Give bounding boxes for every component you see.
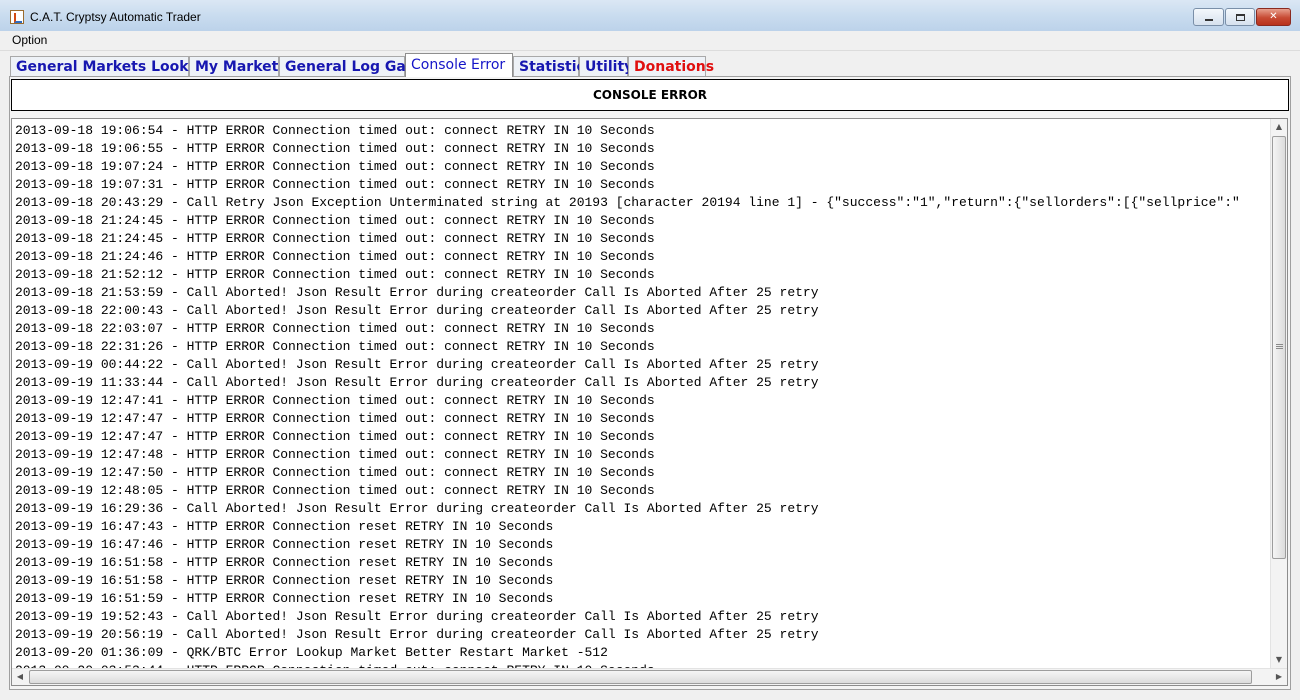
close-icon: ✕	[1269, 11, 1278, 22]
log-line: 2013-09-19 11:33:44 - Call Aborted! Json…	[15, 375, 819, 390]
log-line: 2013-09-18 19:07:31 - HTTP ERROR Connect…	[15, 177, 655, 192]
scroll-left-arrow-icon: ◀	[16, 672, 24, 681]
minimize-icon	[1204, 19, 1213, 21]
log-line: 2013-09-18 22:00:43 - Call Aborted! Json…	[15, 303, 819, 318]
log-line: 2013-09-18 19:06:54 - HTTP ERROR Connect…	[15, 123, 655, 138]
grip-line	[1276, 344, 1283, 345]
close-button[interactable]: ✕	[1256, 8, 1291, 26]
scroll-up-button[interactable]: ▲	[1271, 119, 1287, 135]
scroll-right-button[interactable]: ▶	[1271, 669, 1287, 685]
vertical-scrollbar[interactable]: ▲ ▼	[1270, 119, 1287, 668]
menu-option[interactable]: Option	[12, 33, 47, 47]
maximize-button[interactable]	[1225, 8, 1255, 26]
log-line: 2013-09-18 21:24:45 - HTTP ERROR Connect…	[15, 213, 655, 228]
log-line: 2013-09-19 16:51:58 - HTTP ERROR Connect…	[15, 573, 554, 588]
log-line: 2013-09-19 16:47:46 - HTTP ERROR Connect…	[15, 537, 554, 552]
log-line: 2013-09-19 16:51:59 - HTTP ERROR Connect…	[15, 591, 554, 606]
scroll-right-arrow-icon: ▶	[1275, 672, 1283, 681]
menu-bar: Option	[0, 31, 1300, 51]
tab-console-error[interactable]: Console Error	[405, 53, 513, 77]
window-title-bar[interactable]: C.A.T. Cryptsy Automatic Trader ✕	[0, 0, 1300, 32]
tab-strip: General Markets Lookup My Markets Genera…	[10, 53, 1290, 77]
java-cup-icon	[10, 10, 24, 24]
horizontal-scrollbar[interactable]: ◀ ▶	[12, 668, 1287, 685]
console-error-header: CONSOLE ERROR	[11, 79, 1289, 111]
log-line: 2013-09-18 21:24:46 - HTTP ERROR Connect…	[15, 249, 655, 264]
console-log-text[interactable]: 2013-09-18 19:06:54 - HTTP ERROR Connect…	[15, 122, 1271, 670]
tab-statistic[interactable]: Statistic	[513, 56, 585, 77]
scroll-down-button[interactable]: ▼	[1271, 652, 1287, 668]
minimize-button[interactable]	[1193, 8, 1224, 26]
log-line: 2013-09-18 19:07:24 - HTTP ERROR Connect…	[15, 159, 655, 174]
log-line: 2013-09-19 12:48:05 - HTTP ERROR Connect…	[15, 483, 655, 498]
grip-line	[1276, 348, 1283, 349]
log-line: 2013-09-19 19:52:43 - Call Aborted! Json…	[15, 609, 819, 624]
log-line: 2013-09-19 12:47:47 - HTTP ERROR Connect…	[15, 429, 655, 444]
tab-general-log-gain[interactable]: General Log Gain	[279, 56, 421, 77]
window-title: C.A.T. Cryptsy Automatic Trader	[30, 10, 201, 24]
vertical-scroll-thumb[interactable]	[1272, 136, 1286, 559]
log-line: 2013-09-19 20:56:19 - Call Aborted! Json…	[15, 627, 819, 642]
log-line: 2013-09-18 22:31:26 - HTTP ERROR Connect…	[15, 339, 655, 354]
log-line: 2013-09-19 12:47:50 - HTTP ERROR Connect…	[15, 465, 655, 480]
grip-line	[1276, 346, 1283, 347]
log-line: 2013-09-18 20:43:29 - Call Retry Json Ex…	[15, 195, 1240, 210]
log-line: 2013-09-19 16:29:36 - Call Aborted! Json…	[15, 501, 819, 516]
log-line: 2013-09-18 21:24:45 - HTTP ERROR Connect…	[15, 231, 655, 246]
tab-donations[interactable]: Donations	[628, 56, 714, 77]
log-line: 2013-09-18 21:53:59 - Call Aborted! Json…	[15, 285, 819, 300]
scroll-up-arrow-icon: ▲	[1275, 122, 1283, 131]
scroll-left-button[interactable]: ◀	[12, 669, 28, 685]
tab-utility[interactable]: Utility	[579, 56, 633, 77]
log-line: 2013-09-18 22:03:07 - HTTP ERROR Connect…	[15, 321, 655, 336]
log-line: 2013-09-19 00:44:22 - Call Aborted! Json…	[15, 357, 819, 372]
console-log-area[interactable]: 2013-09-18 19:06:54 - HTTP ERROR Connect…	[11, 118, 1288, 686]
log-line: 2013-09-20 01:36:09 - QRK/BTC Error Look…	[15, 645, 608, 660]
log-line: 2013-09-19 16:47:43 - HTTP ERROR Connect…	[15, 519, 554, 534]
log-line: 2013-09-19 12:47:48 - HTTP ERROR Connect…	[15, 447, 655, 462]
log-line: 2013-09-19 16:51:58 - HTTP ERROR Connect…	[15, 555, 554, 570]
horizontal-scroll-thumb[interactable]	[29, 670, 1252, 684]
tab-general-markets-lookup[interactable]: General Markets Lookup	[10, 56, 209, 77]
log-line: 2013-09-18 21:52:12 - HTTP ERROR Connect…	[15, 267, 655, 282]
maximize-icon	[1235, 13, 1245, 21]
log-line: 2013-09-19 12:47:47 - HTTP ERROR Connect…	[15, 411, 655, 426]
log-line: 2013-09-19 12:47:41 - HTTP ERROR Connect…	[15, 393, 655, 408]
tab-my-markets[interactable]: My Markets	[189, 56, 287, 77]
log-line: 2013-09-18 19:06:55 - HTTP ERROR Connect…	[15, 141, 655, 156]
scroll-down-arrow-icon: ▼	[1275, 655, 1283, 664]
